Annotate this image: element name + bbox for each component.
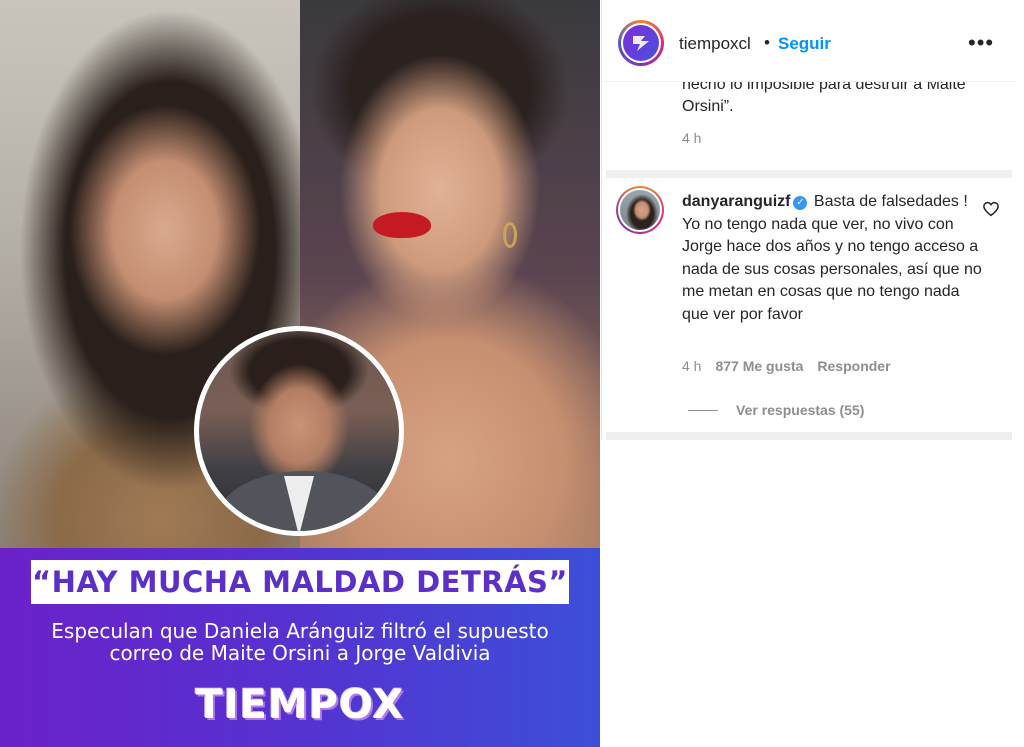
commenter-avatar[interactable] — [616, 186, 664, 234]
comment-body: danyaranguizf ✓ Basta de falsedades ! Yo … — [682, 191, 982, 326]
headline-box: “HAY MUCHA MALDAD DETRÁS” — [31, 560, 569, 604]
tiempox-logo-icon — [623, 25, 659, 61]
man-circle-portrait — [194, 326, 404, 536]
comment-meta: 4 h 877 Me gusta Responder — [682, 358, 891, 374]
red-lips-detail — [373, 212, 431, 238]
reply-button[interactable]: Responder — [817, 358, 890, 374]
earring-detail — [503, 222, 517, 248]
subheadline-text: Especulan que Daniela Aránguiz filtró el… — [51, 619, 549, 665]
previous-comment-time[interactable]: 4 h — [682, 130, 701, 146]
header-separator: • — [764, 33, 770, 52]
verified-badge-icon: ✓ — [793, 196, 808, 210]
account-avatar[interactable] — [618, 20, 664, 66]
comment-time[interactable]: 4 h — [682, 358, 701, 374]
commenter-username[interactable]: danyaranguizf — [682, 193, 790, 210]
comments-panel: tiempoxcl • Seguir ••• hecho lo imposibl… — [601, 0, 1017, 440]
headline-text: “HAY MUCHA MALDAD DETRÁS” — [32, 565, 568, 599]
like-heart-icon[interactable] — [982, 200, 1000, 218]
header-username[interactable]: tiempoxcl — [679, 34, 751, 54]
comment-text: Basta de falsedades ! Yo no tengo nada q… — [682, 193, 982, 323]
commenter-photo — [620, 190, 660, 230]
comment-likes[interactable]: 877 Me gusta — [715, 358, 803, 374]
view-replies-button[interactable]: Ver respuestas (55) — [688, 402, 864, 418]
more-options-icon[interactable]: ••• — [968, 30, 994, 56]
bottom-divider — [606, 432, 1012, 440]
post-header: tiempoxcl • Seguir ••• — [602, 0, 1017, 82]
follow-button[interactable]: Seguir — [778, 34, 831, 54]
post-image[interactable]: “HAY MUCHA MALDAD DETRÁS” Especulan que … — [0, 0, 600, 747]
comment-divider — [606, 170, 1012, 178]
replies-line-divider — [688, 409, 718, 411]
view-replies-label: Ver respuestas (55) — [736, 402, 865, 418]
brand-logo: TIEMPOX — [195, 682, 405, 728]
